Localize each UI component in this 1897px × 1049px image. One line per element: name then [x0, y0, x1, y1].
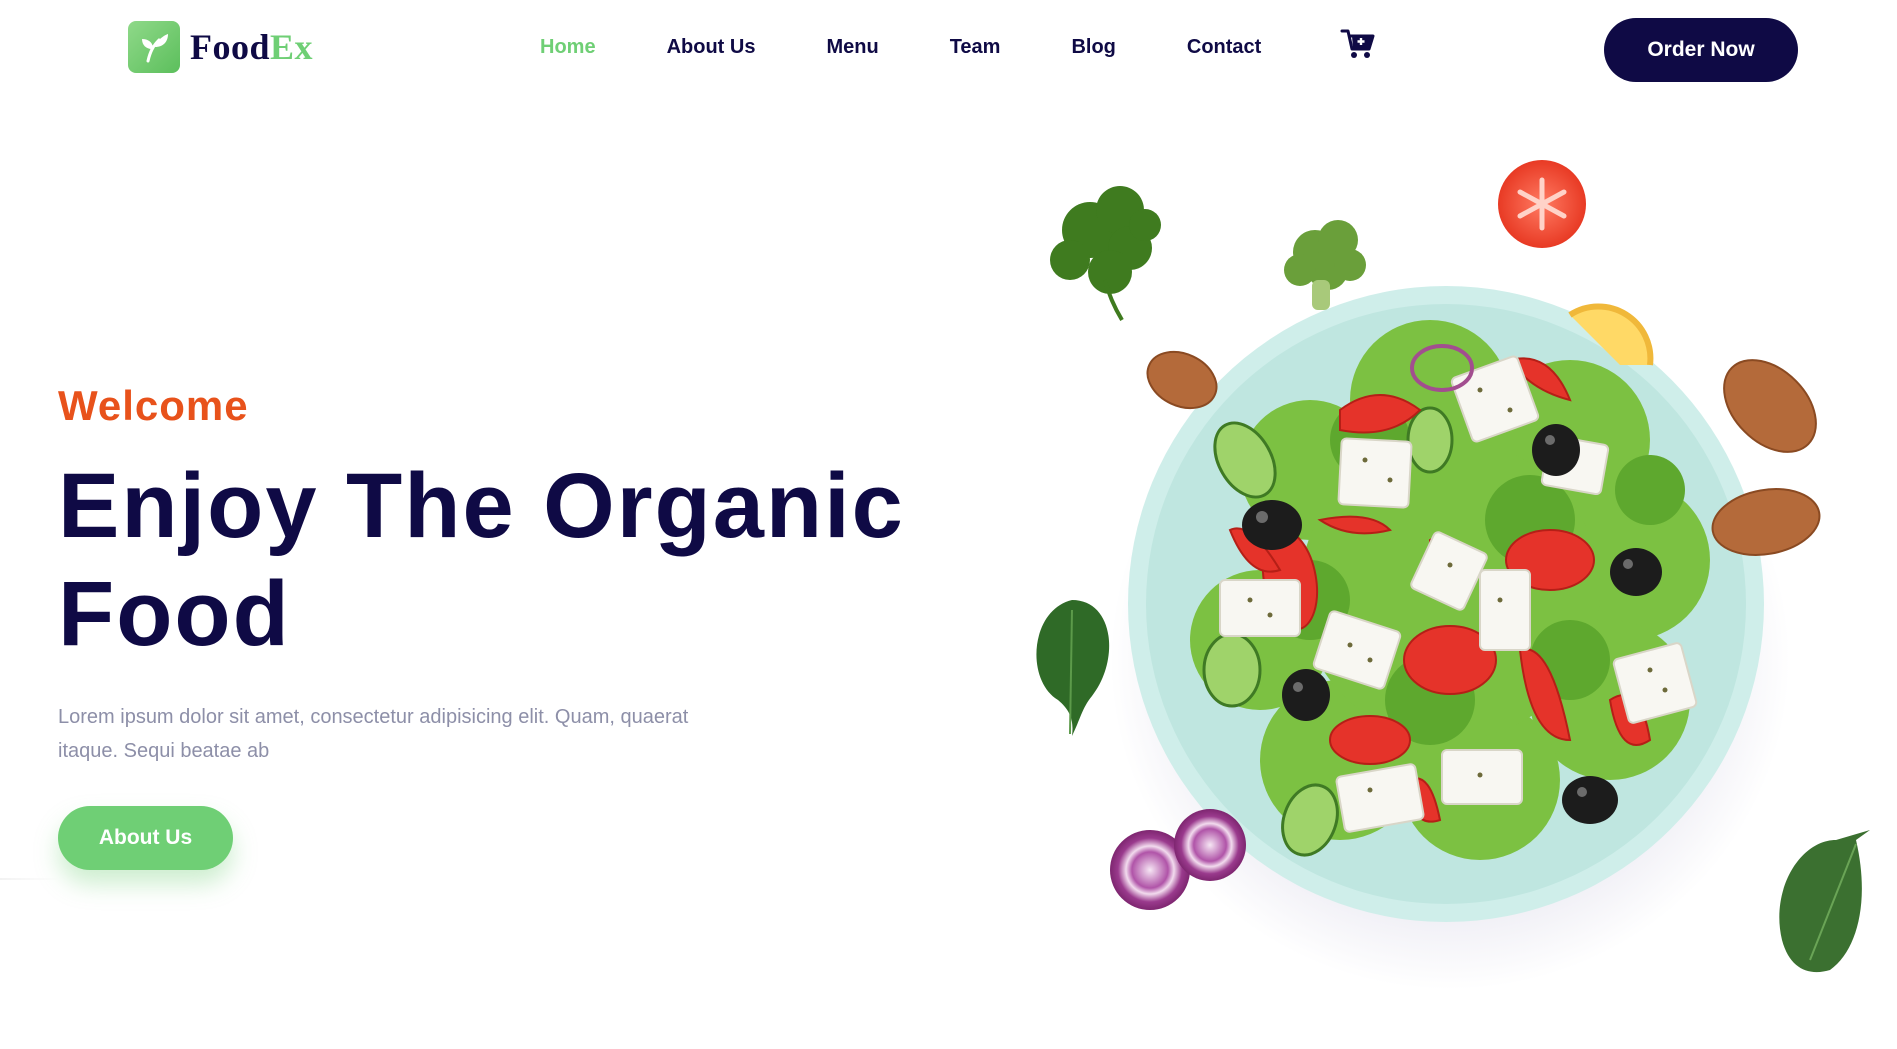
nav-item-menu[interactable]: Menu	[826, 36, 878, 59]
hero-description: Lorem ipsum dolor sit amet, consectetur …	[58, 706, 689, 762]
leaf-logo-icon	[128, 21, 180, 73]
nav-item-contact[interactable]: Contact	[1187, 36, 1261, 59]
hero-title-line2: Food	[58, 563, 291, 665]
nav-item-team[interactable]: Team	[950, 36, 1001, 59]
hero-title-line1: Enjoy The Organic	[58, 455, 905, 557]
nav-item-home[interactable]: Home	[540, 36, 596, 59]
hero-eyebrow: Welcome	[58, 382, 249, 429]
logo-text: FoodEx	[190, 26, 313, 68]
cart-icon[interactable]	[1340, 28, 1376, 60]
nav-item-about-us[interactable]: About Us	[667, 36, 756, 59]
divider	[0, 878, 60, 880]
salad-bowl-image	[1010, 140, 1890, 1040]
hero-title: Enjoy The Organic Food	[58, 452, 958, 668]
order-now-button[interactable]: Order Now	[1604, 18, 1798, 82]
logo[interactable]: FoodEx	[128, 21, 313, 73]
nav-item-blog[interactable]: Blog	[1071, 36, 1115, 59]
main-nav: Home About Us Menu Team Blog Contact	[540, 36, 1332, 59]
logo-text-ex: Ex	[270, 27, 314, 67]
about-us-button[interactable]: About Us	[58, 806, 233, 870]
site-header: FoodEx Home About Us Menu Team Blog Cont…	[0, 0, 1897, 100]
logo-text-food: Food	[190, 27, 271, 67]
